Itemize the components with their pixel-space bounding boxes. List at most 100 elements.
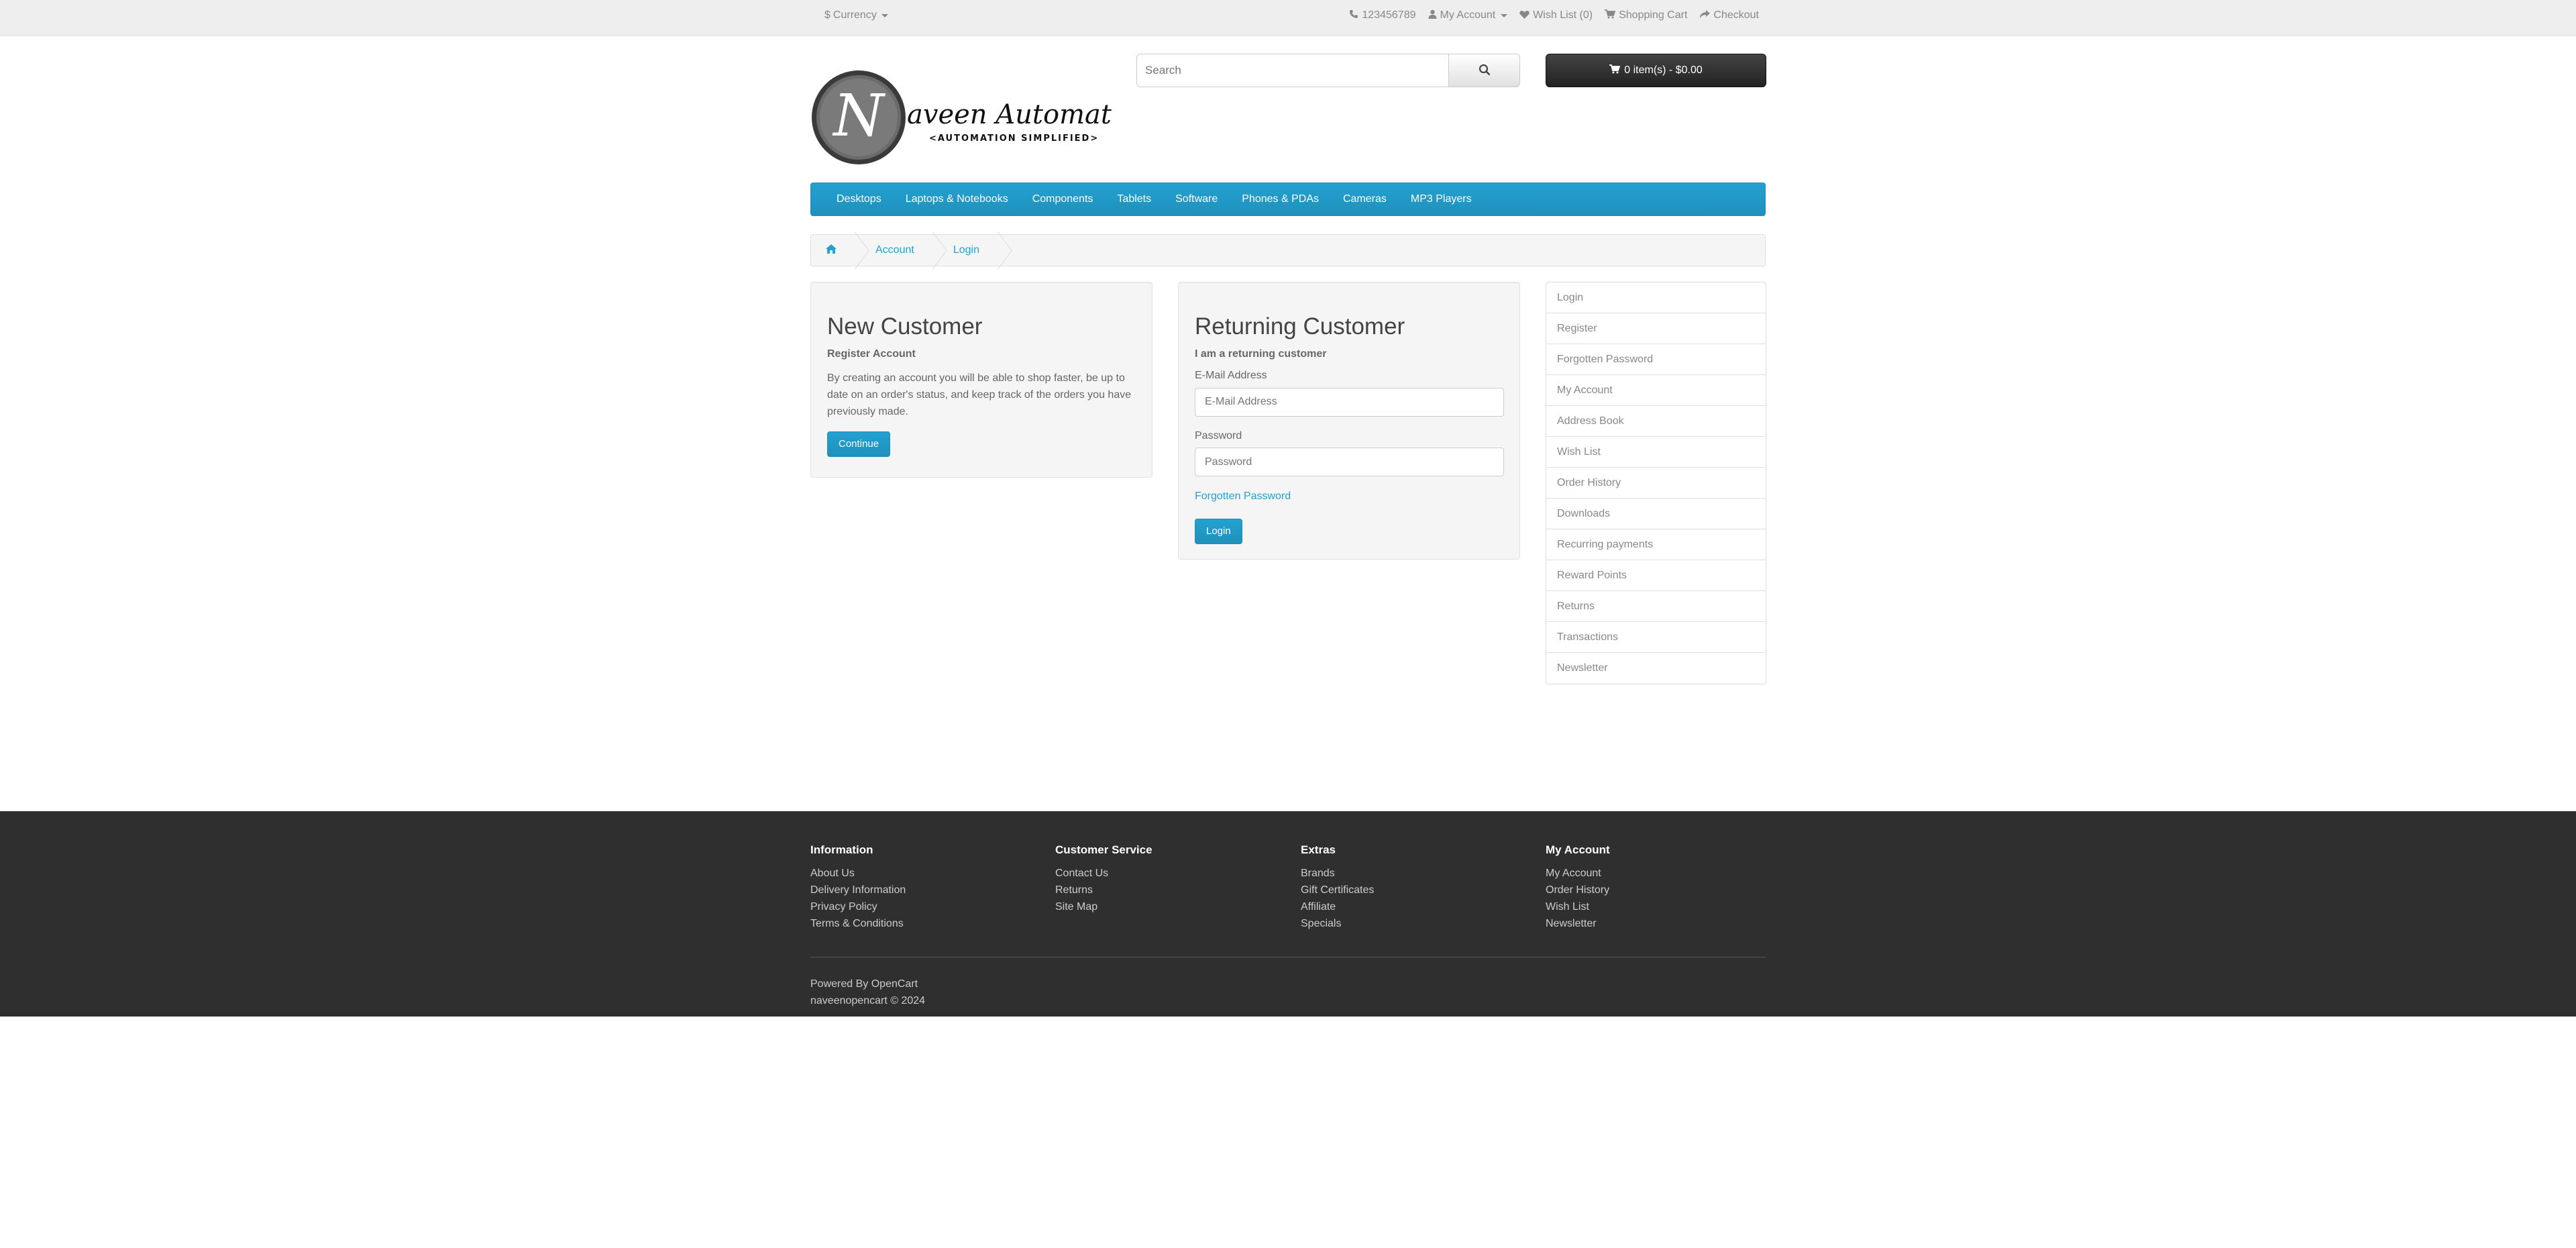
site-logo[interactable]: N aveen Automation Labs <AUTOMATION SIMP… <box>810 68 1227 169</box>
sidebar-item-order-history[interactable]: Order History <box>1546 468 1766 499</box>
caret-down-icon <box>1501 13 1508 17</box>
menu-item-cameras[interactable]: Cameras <box>1331 183 1399 216</box>
sidebar-item-my-account[interactable]: My Account <box>1546 375 1766 406</box>
wish-list-link[interactable]: Wish List (0) <box>1519 9 1593 21</box>
footer-link-site-map[interactable]: Site Map <box>1055 898 1152 915</box>
new-customer-title: New Customer <box>827 313 983 340</box>
phone-link[interactable]: 123456789 <box>1349 9 1416 21</box>
share-icon <box>1699 9 1711 21</box>
sidebar-item-recurring-payments[interactable]: Recurring payments <box>1546 529 1766 560</box>
footer-link-newsletter[interactable]: Newsletter <box>1546 915 1610 932</box>
cart-label: 0 item(s) - $0.00 <box>1624 64 1703 76</box>
top-bar: $ Currency 123456789 My Account Wish Lis… <box>0 0 2576 36</box>
main-menu: Desktops Laptops & Notebooks Components … <box>810 183 1766 216</box>
cart-button[interactable]: 0 item(s) - $0.00 <box>1546 54 1766 87</box>
logo-tagline: <AUTOMATION SIMPLIFIED> <box>929 134 1099 144</box>
home-icon <box>826 244 837 257</box>
menu-item-tablets[interactable]: Tablets <box>1105 183 1163 216</box>
shopping-cart-link[interactable]: Shopping Cart <box>1605 9 1687 21</box>
login-button[interactable]: Login <box>1195 518 1242 544</box>
breadcrumb-account[interactable]: Account <box>875 244 914 256</box>
currency-dropdown[interactable]: $ Currency <box>824 9 888 21</box>
menu-item-phones-pdas[interactable]: Phones & PDAs <box>1230 183 1331 216</box>
sidebar-item-wish-list[interactable]: Wish List <box>1546 437 1766 468</box>
footer-link-about-us[interactable]: About Us <box>810 865 906 882</box>
my-account-label: My Account <box>1440 9 1496 21</box>
breadcrumb-login[interactable]: Login <box>953 244 979 256</box>
sidebar-item-returns[interactable]: Returns <box>1546 591 1766 622</box>
menu-item-laptops-notebooks[interactable]: Laptops & Notebooks <box>894 183 1020 216</box>
sidebar-item-login[interactable]: Login <box>1546 282 1766 313</box>
menu-item-desktops[interactable]: Desktops <box>824 183 894 216</box>
new-customer-description: By creating an account you will be able … <box>827 372 1132 417</box>
footer-link-affiliate[interactable]: Affiliate <box>1301 898 1374 915</box>
sidebar-item-address-book[interactable]: Address Book <box>1546 406 1766 437</box>
register-account-heading: Register Account <box>827 348 916 360</box>
search-input[interactable] <box>1136 54 1448 87</box>
footer-column-customer-service: Customer Service Contact Us Returns Site… <box>1055 843 1152 915</box>
currency-label: Currency <box>833 9 877 21</box>
checkout-link[interactable]: Checkout <box>1699 9 1759 21</box>
email-label: E-Mail Address <box>1195 370 1267 381</box>
caret-down-icon <box>881 13 888 17</box>
sidebar-item-forgotten-password[interactable]: Forgotten Password <box>1546 344 1766 375</box>
powered-by: Powered By OpenCart naveenopencart © 202… <box>810 976 925 1009</box>
footer-link-contact-us[interactable]: Contact Us <box>1055 865 1152 882</box>
menu-item-software[interactable]: Software <box>1163 183 1230 216</box>
footer-column-my-account: My Account My Account Order History Wish… <box>1546 843 1610 932</box>
footer-heading: Information <box>810 843 873 856</box>
logo-letter: N <box>832 83 885 150</box>
sidebar-item-reward-points[interactable]: Reward Points <box>1546 560 1766 591</box>
breadcrumb-separator <box>926 234 941 266</box>
search-button[interactable] <box>1448 54 1520 87</box>
logo-text: aveen Automation Labs <box>907 99 1112 130</box>
copyright-text: naveenopencart © 2024 <box>810 995 926 1006</box>
returning-customer-title: Returning Customer <box>1195 313 1405 340</box>
new-customer-panel: New Customer Register Account By creatin… <box>810 282 1152 478</box>
my-account-dropdown[interactable]: My Account <box>1428 9 1508 21</box>
menu-item-components[interactable]: Components <box>1020 183 1106 216</box>
wish-list-label: Wish List (0) <box>1533 9 1593 21</box>
shopping-cart-icon <box>1605 9 1616 21</box>
dollar-icon: $ <box>824 9 830 21</box>
email-field[interactable] <box>1195 387 1504 417</box>
checkout-label: Checkout <box>1713 9 1759 21</box>
footer-link-gift-certificates[interactable]: Gift Certificates <box>1301 882 1374 898</box>
footer-column-extras: Extras Brands Gift Certificates Affiliat… <box>1301 843 1374 932</box>
footer-link-returns[interactable]: Returns <box>1055 882 1152 898</box>
forgotten-password-link[interactable]: Forgotten Password <box>1195 490 1291 502</box>
sidebar-item-transactions[interactable]: Transactions <box>1546 622 1766 653</box>
shopping-cart-icon <box>1609 64 1621 77</box>
user-icon <box>1428 9 1437 21</box>
breadcrumb-separator <box>849 234 863 266</box>
continue-button[interactable]: Continue <box>827 431 891 457</box>
search-icon <box>1479 64 1491 78</box>
returning-customer-panel: Returning Customer I am a returning cust… <box>1178 282 1520 560</box>
footer-link-brands[interactable]: Brands <box>1301 865 1374 882</box>
top-links: 123456789 My Account Wish List (0) Shopp… <box>1349 9 1759 21</box>
footer-link-order-history[interactable]: Order History <box>1546 882 1610 898</box>
footer-link-terms-conditions[interactable]: Terms & Conditions <box>810 915 906 932</box>
footer-column-information: Information About Us Delivery Informatio… <box>810 843 906 932</box>
heart-icon <box>1519 10 1529 21</box>
sidebar-item-downloads[interactable]: Downloads <box>1546 499 1766 529</box>
breadcrumb-separator <box>991 234 1006 266</box>
password-label: Password <box>1195 429 1242 441</box>
account-sidebar: Login Register Forgotten Password My Acc… <box>1546 282 1766 684</box>
footer-heading: Extras <box>1301 843 1336 856</box>
footer-link-wish-list[interactable]: Wish List <box>1546 898 1610 915</box>
shopping-cart-label: Shopping Cart <box>1619 9 1688 21</box>
phone-icon <box>1349 9 1358 21</box>
sidebar-item-register[interactable]: Register <box>1546 313 1766 344</box>
footer-link-specials[interactable]: Specials <box>1301 915 1374 932</box>
footer-link-my-account[interactable]: My Account <box>1546 865 1610 882</box>
breadcrumb-home[interactable] <box>826 244 837 257</box>
menu-item-mp3-players[interactable]: MP3 Players <box>1399 183 1484 216</box>
opencart-link[interactable]: OpenCart <box>871 978 918 990</box>
footer-link-privacy-policy[interactable]: Privacy Policy <box>810 898 906 915</box>
powered-by-text: Powered By <box>810 978 869 990</box>
search-bar <box>1136 54 1520 87</box>
sidebar-item-newsletter[interactable]: Newsletter <box>1546 653 1766 684</box>
password-field[interactable] <box>1195 448 1504 476</box>
footer-link-delivery-information[interactable]: Delivery Information <box>810 882 906 898</box>
